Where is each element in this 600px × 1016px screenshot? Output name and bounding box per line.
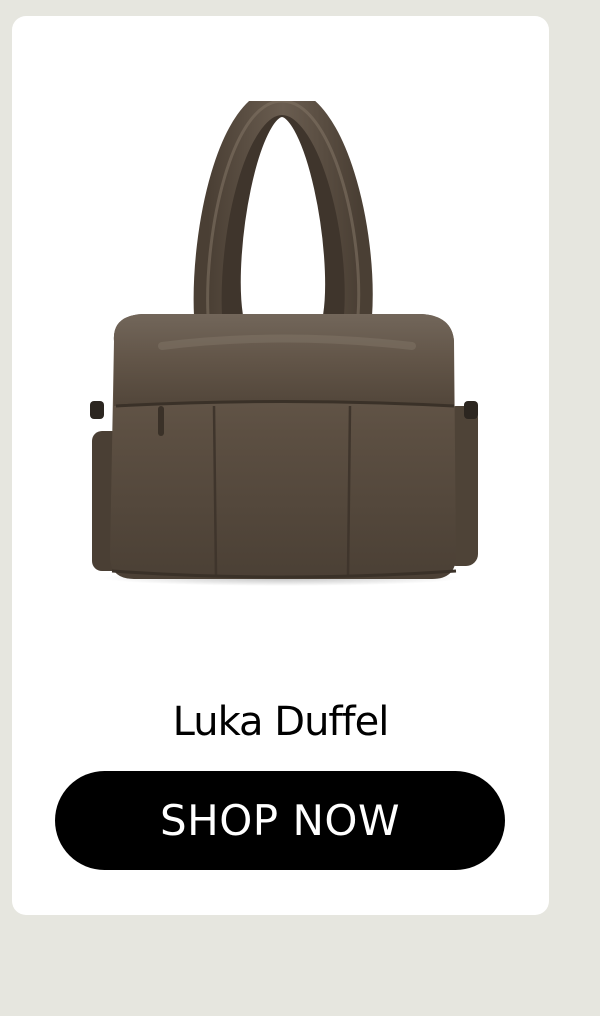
shop-now-button[interactable]: SHOP NOW	[55, 771, 505, 870]
product-card[interactable]: Luka Duffel SHOP NOW	[12, 16, 549, 915]
shop-now-label: SHOP NOW	[160, 796, 400, 845]
product-name[interactable]: Luka Duffel	[12, 699, 549, 745]
duffel-bag-image[interactable]	[82, 101, 482, 601]
